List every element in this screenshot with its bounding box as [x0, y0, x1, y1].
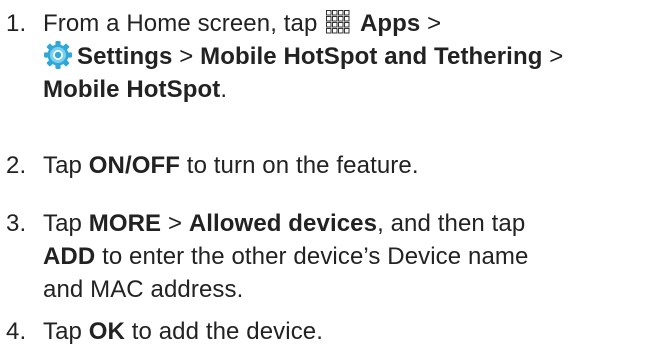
- step-text-part: >: [420, 10, 442, 37]
- hotspot-tethering-label: Mobile HotSpot and Tethering: [200, 43, 543, 70]
- step-text-part: to enter the other device’s Device name: [95, 243, 529, 270]
- step-text-part: >: [172, 43, 201, 70]
- step-number: 3.: [6, 210, 27, 237]
- step-number: 1.: [6, 10, 27, 37]
- step-text-part: Tap: [43, 318, 89, 345]
- step-text-part: Tap: [43, 152, 89, 179]
- step-text-part: Tap: [43, 210, 89, 237]
- step-number: 2.: [6, 152, 27, 179]
- step-text: Tap ON/OFF to turn on the feature.: [43, 149, 663, 182]
- step-text: Tap OK to add the device.: [43, 315, 663, 348]
- allowed-devices-label: Allowed devices: [188, 210, 378, 237]
- on-off-label: ON/OFF: [88, 152, 181, 179]
- step-text-part: to turn on the feature.: [180, 152, 419, 179]
- step-text-part: to add the device.: [124, 318, 324, 345]
- add-label: ADD: [43, 243, 96, 270]
- ok-label: OK: [88, 318, 125, 345]
- step-text: From a Home screen, tap Apps > Settings …: [43, 7, 663, 106]
- step-text-part: From a Home screen, tap: [43, 10, 325, 37]
- settings-label: Settings: [77, 43, 173, 70]
- mobile-hotspot-label: Mobile HotSpot: [43, 76, 221, 103]
- step-text-part: .: [220, 76, 228, 103]
- step-text-part: , and then tap: [377, 210, 526, 237]
- step-text-part: and MAC address.: [43, 276, 244, 303]
- more-label: MORE: [88, 210, 162, 237]
- step-number: 4.: [6, 318, 27, 345]
- settings-gear-icon: [43, 40, 73, 70]
- step-text-part: >: [161, 210, 189, 237]
- step-text: Tap MORE > Allowed devices, and then tap…: [43, 207, 663, 306]
- step-text-part: >: [542, 43, 564, 70]
- apps-grid-icon: [325, 9, 351, 35]
- apps-label: Apps: [359, 10, 421, 37]
